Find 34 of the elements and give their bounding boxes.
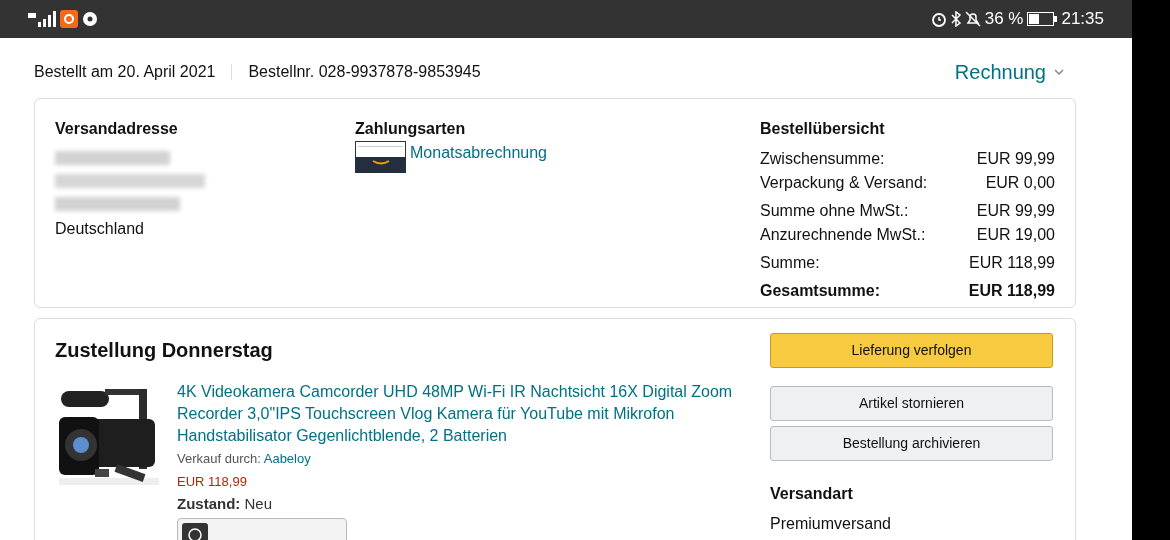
section-heading: Zahlungsarten: [355, 119, 467, 139]
address-country: Deutschland: [55, 219, 145, 239]
product-title-link[interactable]: 4K Videokamera Camcorder UHD 48MP Wi-Fi IR Nachtsicht 16X Digital Zoom Recorder 3,0"IPS Touchscreen Vlog Kamera für YouTube mit Mikrofon Handstabilisator Gegenlichtblende, 2 Batterien: [177, 381, 737, 447]
clock: 21:35: [1061, 8, 1104, 31]
summary-label: Verpackung & Versand:: [760, 173, 928, 193]
order-date: Bestellt am 20. April 2021: [34, 62, 216, 82]
section-heading: Versandadresse: [55, 119, 179, 139]
summary-label: Summe:: [760, 253, 820, 273]
summary-value: EUR 118,99: [969, 253, 1055, 273]
summary-label: Summe ohne MwSt.:: [760, 201, 909, 221]
shipping-method-heading: Versandart: [770, 484, 854, 504]
product-price: EUR 118,99: [177, 472, 248, 491]
seller-link[interactable]: Aabeloy: [263, 451, 311, 466]
summary-label: Zwischensumme:: [760, 149, 885, 169]
shipping-method: Premiumversand: [770, 514, 892, 534]
action-button[interactable]: Lieferung verfolgen: [770, 333, 1053, 368]
invoice-link[interactable]: Rechnung: [954, 57, 1064, 87]
section-heading: Bestellübersicht: [760, 119, 886, 139]
summary-value: EUR 99,99: [976, 201, 1055, 221]
summary-value: EUR 0,00: [985, 173, 1055, 193]
battery-percent: 36 %: [984, 8, 1024, 31]
summary-label: Anzurechnende MwSt.:: [760, 225, 926, 245]
action-button[interactable]: Artikel stornieren: [770, 386, 1053, 421]
payment-method-link[interactable]: Monatsabrechnung: [410, 141, 547, 165]
condition-label: Zustand:: [177, 495, 241, 512]
order-number: Bestellnr. 028-9937878-9853945: [248, 62, 481, 82]
seller-label: Verkauf durch:: [177, 451, 261, 466]
summary-value: EUR 118,99: [968, 281, 1055, 301]
delivery-heading: Zustellung Donnerstag: [55, 338, 274, 363]
action-button[interactable]: Bestellung archivieren: [770, 426, 1053, 461]
summary-value: EUR 99,99: [976, 149, 1055, 169]
summary-value: EUR 19,00: [976, 225, 1055, 245]
condition-value: Neu: [244, 495, 273, 512]
summary-label: Gesamtsumme:: [760, 281, 881, 301]
